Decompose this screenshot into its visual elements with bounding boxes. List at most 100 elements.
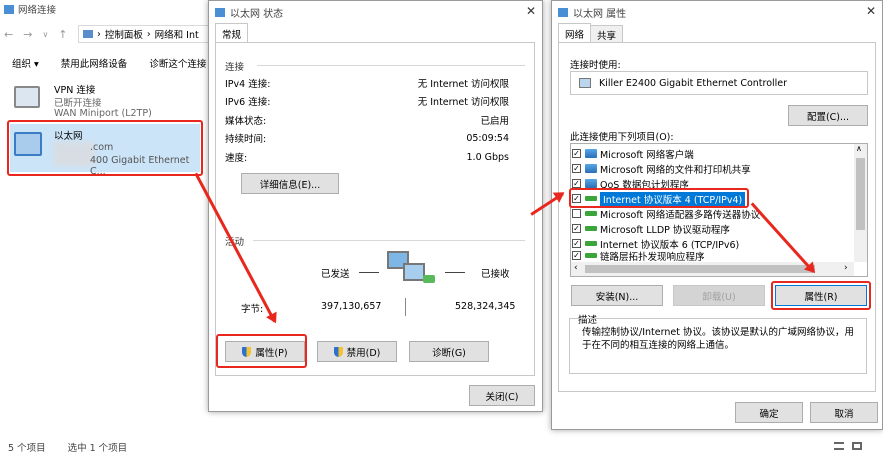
disable-button[interactable]: 禁用(D) — [317, 341, 397, 362]
network-icon — [4, 4, 14, 14]
cancel-button[interactable]: 取消 — [810, 402, 878, 423]
tab-sharing[interactable]: 共享 — [590, 25, 624, 43]
view-icons — [834, 442, 862, 450]
up-icon[interactable]: ↑ — [58, 28, 67, 41]
selected-count: 选中 1 个项目 — [67, 443, 128, 454]
back-icon[interactable]: ← — [4, 28, 13, 41]
status-titlebar: 以太网 状态 — [209, 1, 542, 23]
status-title: 以太网 状态 — [230, 8, 284, 20]
recv-dash — [445, 272, 465, 273]
scroll-left-icon[interactable]: ‹ — [574, 263, 578, 273]
protocol-icon — [585, 241, 597, 246]
checkbox[interactable] — [572, 209, 581, 218]
close-icon[interactable]: ✕ — [866, 4, 876, 18]
shield-icon — [333, 346, 343, 357]
adapter-icon — [579, 78, 591, 88]
service-icon — [585, 179, 597, 188]
props-title: 以太网 属性 — [573, 8, 627, 20]
forward-icon[interactable]: → — [23, 28, 32, 41]
row-value: 无 Internet 访问权限 — [417, 97, 509, 108]
control-panel-icon — [83, 30, 93, 38]
scroll-h-thumb[interactable] — [585, 265, 815, 273]
divider — [253, 240, 525, 241]
list-item-vpn[interactable]: VPN 连接 已断开连接 WAN Miniport (L2TP) — [12, 82, 202, 120]
item-text: Microsoft 网络客户端 — [600, 149, 694, 161]
item-text: Microsoft LLDP 协议驱动程序 — [600, 224, 730, 236]
organize-menu[interactable]: 组织 ▾ — [12, 56, 39, 70]
highlight-properties — [216, 334, 307, 368]
row-ipv6: IPv6 连接: 无 Internet 访问权限 — [225, 92, 509, 110]
nav-bar: ← → ∨ ↑ — [4, 26, 68, 42]
row-value: 已启用 — [480, 116, 509, 127]
tab-general[interactable]: 常规 — [215, 23, 249, 43]
list-item[interactable]: Microsoft 网络适配器多路传送器协议 — [572, 206, 852, 221]
scroll-right-icon[interactable]: › — [844, 263, 848, 273]
checkbox[interactable]: ✓ — [572, 239, 581, 248]
checkbox[interactable]: ✓ — [572, 149, 581, 158]
highlight-item-properties — [771, 281, 871, 310]
items-label: 此连接使用下列项目(O): — [570, 132, 674, 143]
tab-network[interactable]: 网络 — [558, 23, 592, 43]
client-icon — [585, 149, 597, 158]
vpn-name: VPN 连接 — [54, 85, 96, 96]
diagnose-button[interactable]: 诊断(G) — [409, 341, 489, 362]
uninstall-button[interactable]: 卸载(U) — [673, 285, 765, 306]
row-label: 媒体状态: — [225, 116, 267, 127]
monitor-front — [403, 263, 425, 281]
breadcrumb-root[interactable]: 控制面板 — [105, 27, 143, 41]
vpn-status: 已断开连接 — [54, 98, 102, 109]
checkbox[interactable]: ✓ — [572, 251, 581, 260]
highlight-ipv4 — [569, 188, 749, 208]
protocol-icon — [585, 253, 597, 258]
row-ipv4: IPv4 连接: 无 Internet 访问权限 — [225, 74, 509, 92]
chevron-right-icon: › — [97, 28, 101, 40]
row-label: IPv6 连接: — [225, 97, 271, 108]
details-view-icon[interactable] — [834, 442, 844, 450]
list-item[interactable]: ✓ Microsoft 网络客户端 — [572, 146, 852, 161]
list-item[interactable]: ✓ Microsoft 网络的文件和打印机共享 — [572, 161, 852, 176]
scroll-up-icon[interactable]: ∧ — [856, 144, 862, 153]
item-text: Microsoft 网络适配器多路传送器协议 — [600, 209, 761, 221]
diagnose-button[interactable]: 诊断这个连接 — [149, 56, 206, 70]
protocol-icon — [585, 211, 597, 216]
row-duration: 持续时间: 05:09:54 — [225, 129, 509, 147]
item-text: Microsoft 网络的文件和打印机共享 — [600, 164, 751, 176]
checkbox[interactable]: ✓ — [572, 164, 581, 173]
close-button[interactable]: 关闭(C) — [469, 385, 535, 406]
bytes-label: 字节: — [241, 304, 264, 315]
computer-icon — [14, 86, 40, 108]
disable-label: 禁用(D) — [346, 347, 381, 359]
network-icon — [215, 7, 225, 17]
install-button[interactable]: 安装(N)... — [571, 285, 663, 306]
list-item[interactable]: ✓ 链路层拓扑发现响应程序 — [572, 250, 852, 261]
highlight-ethernet — [7, 120, 203, 176]
explorer-toolbar: 组织 ▾ 禁用此网络设备 诊断这个连接 — [12, 56, 206, 70]
divider — [257, 65, 525, 66]
cable — [423, 275, 435, 283]
network-activity-icon — [387, 251, 437, 287]
disable-device-button[interactable]: 禁用此网络设备 — [61, 56, 128, 70]
tiles-view-icon[interactable] — [852, 442, 862, 450]
close-icon[interactable]: ✕ — [526, 4, 536, 18]
breadcrumb-next[interactable]: 网络和 Int — [155, 27, 199, 41]
row-value: 05:09:54 — [466, 132, 509, 144]
list-item[interactable]: ✓ Microsoft LLDP 协议驱动程序 — [572, 221, 852, 236]
bytes-sent: 397,130,657 — [321, 301, 382, 312]
chevron-down-icon[interactable]: ∨ — [42, 30, 48, 39]
item-text: Internet 协议版本 6 (TCP/IPv6) — [600, 239, 740, 251]
details-button[interactable]: 详细信息(E)... — [241, 173, 339, 194]
item-count: 5 个项目 — [8, 443, 46, 454]
breadcrumb[interactable]: › 控制面板 › 网络和 Int — [78, 25, 212, 43]
checkbox[interactable]: ✓ — [572, 224, 581, 233]
list-scrollbar[interactable]: ∧ — [854, 144, 867, 262]
list-item[interactable]: ✓ Internet 协议版本 6 (TCP/IPv6) — [572, 236, 852, 251]
row-label: 速度: — [225, 153, 248, 164]
ok-button[interactable]: 确定 — [735, 402, 803, 423]
chevron-right-icon: › — [146, 28, 151, 40]
configure-button[interactable]: 配置(C)... — [788, 105, 868, 126]
row-speed: 速度: 1.0 Gbps — [225, 148, 509, 166]
scroll-thumb[interactable] — [856, 158, 865, 230]
explorer-titlebar: 网络连接 — [4, 2, 56, 16]
checkbox[interactable]: ✓ — [572, 179, 581, 188]
connect-using-label: 连接时使用: — [570, 60, 621, 71]
